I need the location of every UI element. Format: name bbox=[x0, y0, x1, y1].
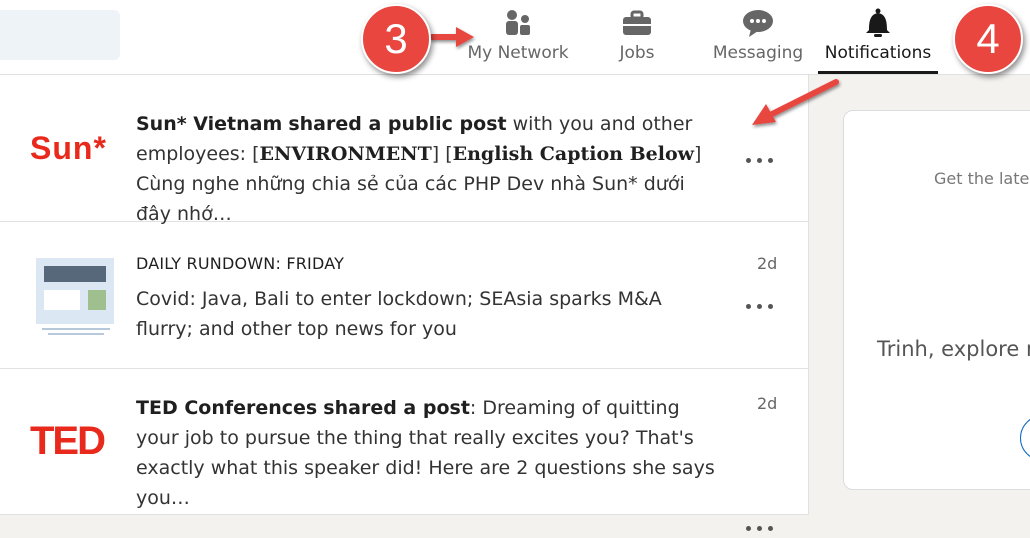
actor-name: TED Conferences bbox=[136, 397, 318, 419]
nav-messaging-label: Messaging bbox=[712, 43, 804, 63]
newsletter-kicker: DAILY RUNDOWN: FRIDAY bbox=[136, 254, 345, 273]
timestamp: 2d bbox=[757, 394, 778, 413]
actor-name: Sun* Vietnam bbox=[136, 113, 283, 135]
notification-text: TED Conferences shared a post: Dreaming … bbox=[136, 393, 716, 513]
side-card-title: Trinh, explore re bbox=[877, 337, 1030, 361]
more-options-button[interactable] bbox=[744, 518, 776, 538]
notification-snippet: Cùng nghe những chia sẻ của các PHP Dev … bbox=[136, 173, 685, 225]
side-promo-card: Get the lates Trinh, explore re bbox=[843, 110, 1030, 490]
post-tag: ENVIRONMENT bbox=[259, 143, 432, 165]
nav-jobs[interactable]: Jobs bbox=[600, 0, 674, 74]
notification-item[interactable]: Sun* Sun* Vietnam shared a public post w… bbox=[0, 75, 808, 225]
notification-item[interactable]: TED TED Conferences shared a post: Dream… bbox=[0, 368, 808, 531]
notification-text: Sun* Vietnam shared a public post with y… bbox=[136, 113, 702, 225]
active-tab-indicator bbox=[818, 71, 938, 74]
action-text: shared a post bbox=[323, 397, 470, 419]
top-navigation: My Network Jobs Messaging Notifications bbox=[0, 0, 1030, 75]
nav-messaging[interactable]: Messaging bbox=[708, 0, 808, 74]
timestamp: 2d bbox=[757, 254, 778, 273]
step-badge-4: 4 bbox=[953, 4, 1023, 74]
nav-my-network[interactable]: My Network bbox=[462, 0, 574, 74]
post-tag: English Caption Below bbox=[452, 143, 694, 165]
newsletter-thumbnail[interactable] bbox=[30, 250, 120, 340]
ted-logo[interactable]: TED bbox=[30, 396, 120, 486]
chat-bubble-icon bbox=[743, 10, 773, 37]
more-options-button[interactable] bbox=[744, 296, 776, 316]
side-card-subtitle: Get the lates bbox=[934, 169, 1030, 188]
briefcase-icon bbox=[623, 10, 651, 35]
side-card-button[interactable] bbox=[1020, 415, 1030, 461]
notification-item[interactable]: DAILY RUNDOWN: FRIDAY Covid: Java, Bali … bbox=[0, 222, 808, 369]
nav-my-network-label: My Network bbox=[467, 43, 569, 63]
my-network-icon bbox=[506, 10, 530, 35]
more-options-button[interactable] bbox=[744, 150, 776, 170]
notifications-feed: Sun* Sun* Vietnam shared a public post w… bbox=[0, 75, 809, 531]
search-input[interactable] bbox=[0, 10, 120, 60]
action-text: shared a public post bbox=[288, 113, 507, 135]
notification-text: DAILY RUNDOWN: FRIDAY Covid: Java, Bali … bbox=[136, 252, 716, 344]
nav-notifications-label: Notifications bbox=[824, 43, 932, 63]
nav-notifications[interactable]: Notifications bbox=[818, 0, 938, 74]
nav-jobs-label: Jobs bbox=[619, 43, 655, 63]
bell-icon bbox=[866, 8, 890, 37]
sun-asterisk-logo[interactable]: Sun* bbox=[30, 103, 120, 193]
step-badge-3: 3 bbox=[361, 4, 431, 74]
newsletter-headline: Covid: Java, Bali to enter lockdown; SEA… bbox=[136, 288, 662, 340]
